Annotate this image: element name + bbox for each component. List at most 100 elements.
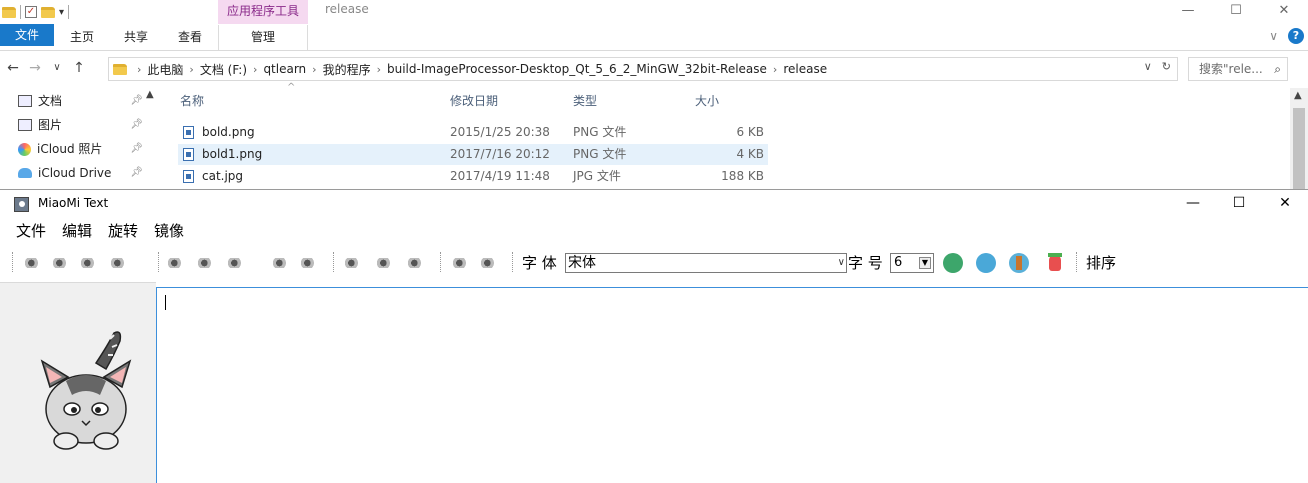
undo-cat-icon[interactable] xyxy=(270,252,292,274)
minimize-button[interactable]: — xyxy=(1164,0,1212,24)
column-header-name[interactable]: 名称 xyxy=(180,88,204,114)
minimize-button[interactable]: — xyxy=(1170,190,1216,218)
breadcrumb-drive[interactable]: 文档 (F:) xyxy=(200,61,247,78)
folder-icon xyxy=(113,63,127,75)
table-row[interactable]: cat.jpg 2017/4/19 11:48 JPG 文件 188 KB xyxy=(178,166,768,187)
file-open-cat-icon[interactable] xyxy=(50,252,72,274)
bold-circle-icon[interactable] xyxy=(942,252,964,274)
zoom-out-cat-icon[interactable] xyxy=(374,252,396,274)
column-header-type[interactable]: 类型 xyxy=(573,88,597,114)
window-controls: — ☐ ✕ xyxy=(1164,0,1308,24)
close-button[interactable]: ✕ xyxy=(1262,190,1308,218)
nav-item-icloud-drive[interactable]: iCloud Drive 📌︎ xyxy=(18,162,143,184)
table-row[interactable]: bold.png 2015/1/25 20:38 PNG 文件 6 KB xyxy=(178,122,768,143)
folder-icon[interactable] xyxy=(2,6,16,18)
mirror-vertical-cat-icon[interactable] xyxy=(478,252,500,274)
refresh-icon[interactable]: ↻ xyxy=(1162,60,1171,73)
rotate-cat-icon[interactable] xyxy=(405,252,427,274)
vertical-scrollbar[interactable]: ▲ xyxy=(1290,88,1308,190)
copy-cat-icon[interactable] xyxy=(165,252,187,274)
window-title: release xyxy=(325,2,369,16)
icloud-drive-icon xyxy=(18,168,32,178)
file-explorer-window: ✓ ▾ 应用程序工具 release — ☐ ✕ 文件 主页 共享 查看 管理 … xyxy=(0,0,1308,190)
address-bar[interactable]: › 此电脑 › 文档 (F:) › qtlearn › 我的程序 › build… xyxy=(108,57,1178,81)
zoom-in-cat-icon[interactable] xyxy=(342,252,364,274)
help-icon[interactable]: ? xyxy=(1288,28,1304,44)
close-button[interactable]: ✕ xyxy=(1260,0,1308,24)
nav-item-icloud-photos[interactable]: iCloud 照片 📌︎ xyxy=(18,138,143,160)
icloud-photos-icon xyxy=(18,142,31,156)
scroll-up-icon[interactable]: ▲ xyxy=(1294,90,1302,101)
customize-dropdown-icon[interactable]: ▾ xyxy=(59,7,64,18)
cut-cat-icon[interactable] xyxy=(195,252,217,274)
toolbar-grip[interactable] xyxy=(158,252,160,272)
search-input[interactable]: 搜索"rele... ⌕ xyxy=(1188,57,1288,81)
up-button[interactable]: ↑ xyxy=(70,58,88,78)
window-title: MiaoMi Text xyxy=(38,196,109,210)
nav-item-pictures[interactable]: 图片 📌︎ xyxy=(18,114,143,136)
toolbar-grip[interactable] xyxy=(12,252,14,272)
toolbar: 字 体 宋体 ∨ 字 号 6 ▼ 排序 xyxy=(0,244,1308,280)
tab-share[interactable]: 共享 xyxy=(116,25,156,50)
toolbar-grip[interactable] xyxy=(333,252,335,272)
print-cat-icon[interactable] xyxy=(108,252,130,274)
scroll-up-icon[interactable]: ▲ xyxy=(146,89,154,100)
ribbon-right-controls: ∨ ? xyxy=(1269,28,1304,44)
toolbar-grip[interactable] xyxy=(440,252,442,272)
text-caret xyxy=(165,295,166,310)
scrollbar-thumb[interactable] xyxy=(1293,108,1305,190)
column-header-size[interactable]: 大小 xyxy=(695,88,719,114)
underline-circle-icon[interactable] xyxy=(1008,252,1030,274)
maximize-button[interactable]: ☐ xyxy=(1216,190,1262,218)
forward-button[interactable]: → xyxy=(26,58,44,78)
maximize-button[interactable]: ☐ xyxy=(1212,0,1260,24)
redo-cat-icon[interactable] xyxy=(298,252,320,274)
paste-cat-icon[interactable] xyxy=(225,252,247,274)
table-row[interactable]: bold1.png 2017/7/16 20:12 PNG 文件 4 KB xyxy=(178,144,768,165)
menu-rotate[interactable]: 旋转 xyxy=(100,219,146,243)
tab-manage[interactable]: 管理 xyxy=(218,25,308,50)
menu-file[interactable]: 文件 xyxy=(0,219,54,243)
text-editor[interactable] xyxy=(156,287,1308,483)
expand-ribbon-icon[interactable]: ∨ xyxy=(1269,29,1278,43)
app-icon xyxy=(14,197,29,212)
image-file-icon xyxy=(183,126,194,139)
breadcrumb-qtlearn[interactable]: qtlearn xyxy=(263,62,306,76)
toolbar-grip[interactable] xyxy=(512,252,514,272)
menu-edit[interactable]: 编辑 xyxy=(54,219,100,243)
breadcrumb-this-pc[interactable]: 此电脑 xyxy=(147,61,183,78)
properties-check-icon[interactable]: ✓ xyxy=(25,6,37,18)
address-row: ← → ∨ ↑ › 此电脑 › 文档 (F:) › qtlearn › 我的程序… xyxy=(0,55,1308,83)
font-label: 字 体 xyxy=(522,254,557,272)
text-color-icon[interactable] xyxy=(1044,252,1066,274)
toolbar-grip[interactable] xyxy=(1076,252,1078,272)
mirror-horizontal-cat-icon[interactable] xyxy=(450,252,472,274)
font-family-select[interactable]: 宋体 ∨ xyxy=(565,253,847,273)
font-size-select[interactable]: 6 ▼ xyxy=(890,253,934,273)
new-folder-icon[interactable] xyxy=(41,6,55,18)
window-controls: — ☐ ✕ xyxy=(1170,190,1308,218)
pin-icon: 📌︎ xyxy=(130,167,143,178)
divider xyxy=(68,5,70,19)
menu-mirror[interactable]: 镜像 xyxy=(146,219,192,243)
sort-button[interactable]: 排序 xyxy=(1086,252,1116,274)
tab-file[interactable]: 文件 xyxy=(0,24,54,46)
address-history-icon[interactable]: ∨ xyxy=(1144,60,1152,73)
back-button[interactable]: ← xyxy=(4,58,22,78)
file-new-cat-icon[interactable] xyxy=(22,252,44,274)
breadcrumb-my-programs[interactable]: 我的程序 xyxy=(323,61,371,78)
breadcrumb-build-folder[interactable]: build-ImageProcessor-Desktop_Qt_5_6_2_Mi… xyxy=(387,62,767,76)
pin-icon: 📌︎ xyxy=(130,119,143,130)
title-bar: MiaoMi Text — ☐ ✕ xyxy=(0,190,1308,218)
cat-image-icon xyxy=(40,331,132,450)
pin-icon: 📌︎ xyxy=(130,143,143,154)
column-header-date[interactable]: 修改日期 xyxy=(450,88,498,114)
italic-circle-icon[interactable] xyxy=(975,252,997,274)
nav-item-documents[interactable]: 文档 📌︎ xyxy=(18,90,143,112)
tab-home[interactable]: 主页 xyxy=(62,25,102,50)
file-save-cat-icon[interactable] xyxy=(78,252,100,274)
tab-view[interactable]: 查看 xyxy=(170,25,210,50)
recent-locations-button[interactable]: ∨ xyxy=(48,58,66,78)
search-icon: ⌕ xyxy=(1274,62,1281,76)
breadcrumb-release[interactable]: release xyxy=(783,62,827,76)
